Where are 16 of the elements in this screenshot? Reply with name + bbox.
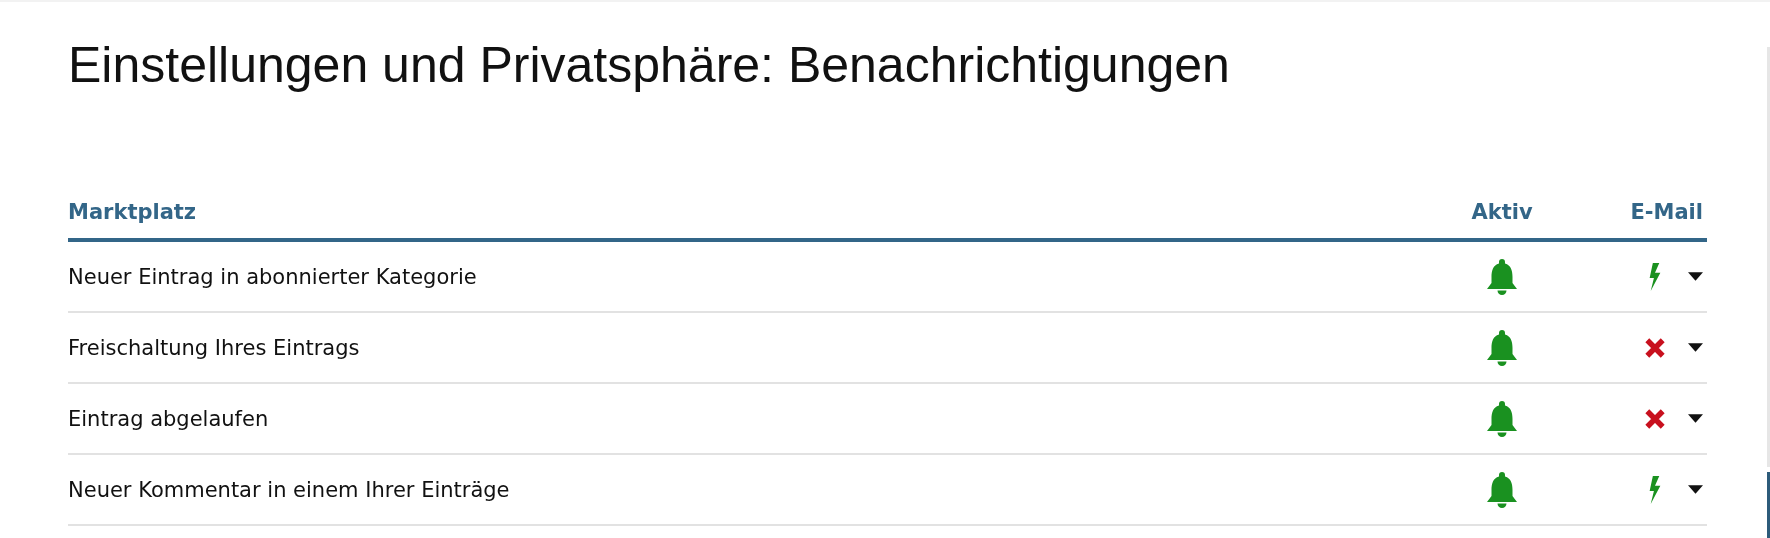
- bell-icon[interactable]: [1484, 256, 1520, 297]
- column-header: Aktiv: [1471, 200, 1533, 224]
- notification-label: Freischaltung Ihres Eintrags: [68, 335, 361, 360]
- dropdown-caret-icon[interactable]: [1688, 272, 1703, 281]
- bell-icon[interactable]: [1484, 469, 1520, 510]
- column-header: Marktplatz: [68, 200, 198, 224]
- bell-icon[interactable]: [1484, 398, 1520, 439]
- bell-icon[interactable]: [1484, 327, 1520, 368]
- page-title: Einstellungen und Privatsphäre: Benachrichtigungen: [68, 36, 1231, 95]
- dropdown-caret-icon[interactable]: [1688, 414, 1703, 423]
- notification-label: Eintrag abgelaufen: [68, 406, 270, 431]
- notification-label: Neuer Kommentar in einem Ihrer Einträge: [68, 477, 511, 502]
- notification-label: Neuer Eintrag in abonnierter Kategorie: [68, 264, 478, 289]
- dropdown-caret-icon[interactable]: [1688, 485, 1703, 494]
- column-header: E-Mail: [1630, 200, 1704, 224]
- dropdown-caret-icon[interactable]: [1688, 343, 1703, 352]
